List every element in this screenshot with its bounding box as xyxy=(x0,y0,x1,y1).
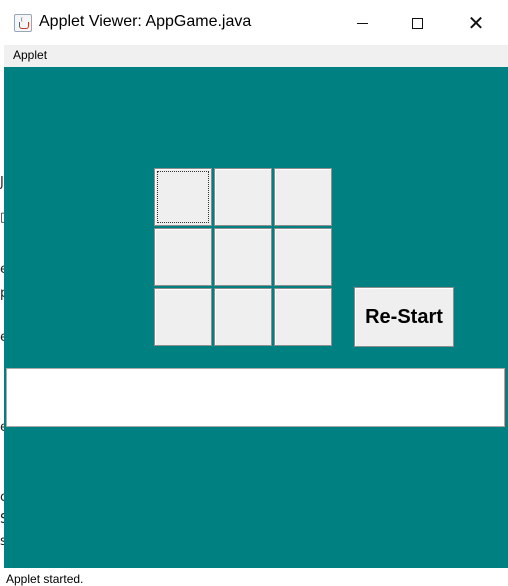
board-cell-0-0[interactable] xyxy=(154,168,212,226)
title-bar[interactable]: Applet Viewer: AppGame.java ✕ xyxy=(4,0,508,46)
board-cell-2-1[interactable] xyxy=(214,288,272,346)
message-field[interactable] xyxy=(6,368,505,427)
status-text: Applet started. xyxy=(6,572,84,586)
minimize-button[interactable] xyxy=(333,0,391,46)
board-cell-2-2[interactable] xyxy=(274,288,332,346)
board-cell-0-2[interactable] xyxy=(274,168,332,226)
board-cell-1-0[interactable] xyxy=(154,228,212,286)
maximize-button[interactable] xyxy=(388,0,446,46)
menu-bar: Applet xyxy=(4,45,508,67)
close-button[interactable]: ✕ xyxy=(447,0,505,46)
maximize-icon xyxy=(411,17,423,29)
window-title: Applet Viewer: AppGame.java xyxy=(39,13,252,30)
menu-applet[interactable]: Applet xyxy=(13,48,47,62)
applet-viewer-window: Applet Viewer: AppGame.java ✕ Applet Re-… xyxy=(4,0,508,586)
close-icon: ✕ xyxy=(467,11,485,35)
board-cell-2-0[interactable] xyxy=(154,288,212,346)
restart-button[interactable]: Re-Start xyxy=(354,287,454,347)
board-cell-1-2[interactable] xyxy=(274,228,332,286)
minimize-icon xyxy=(356,22,368,24)
board-cell-1-1[interactable] xyxy=(214,228,272,286)
java-coffee-icon[interactable] xyxy=(14,14,32,32)
applet-panel: Re-Start xyxy=(4,67,508,568)
board-cell-0-1[interactable] xyxy=(214,168,272,226)
status-bar: Applet started. xyxy=(4,568,508,586)
